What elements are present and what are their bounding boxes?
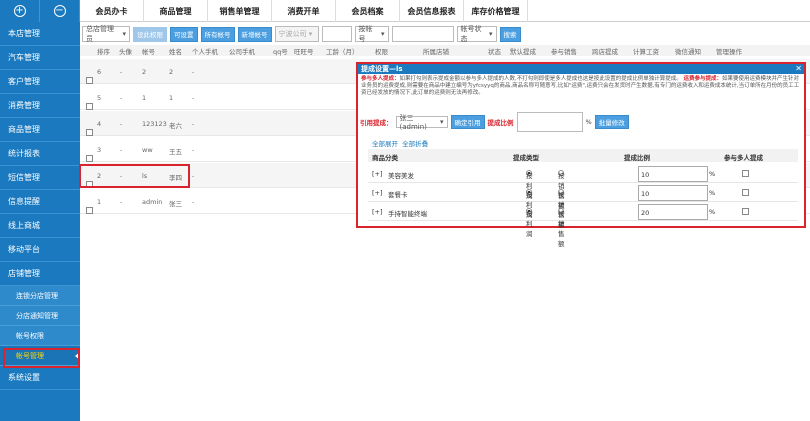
th-account: 帐号 [142, 48, 155, 56]
commission-dialog: 提成设置—ls ✕ 参与多人提成：如果打勾则表示提成金额以参与多人提成的人数,不… [356, 62, 806, 248]
sidebar-item-mall[interactable]: 线上商城 [0, 214, 80, 238]
multi-person-checkbox[interactable] [742, 189, 749, 196]
row-checkbox[interactable] [86, 103, 93, 110]
th-seniority: 工龄（月） [326, 48, 359, 56]
th-status: 状态 [488, 48, 501, 56]
expand-all-link[interactable]: 全部展开 [372, 140, 398, 148]
table-header: 排序 头像 帐号 姓名 个人手机 公司手机 qq号 旺旺号 工龄（月） 权限 所… [80, 45, 810, 56]
confirm-reference-button[interactable]: 确定引用 [450, 115, 485, 129]
top-nav-menu: 会员办卡 商品管理 销售单管理 消费开单 会员档案 会员信息报表 库存价格管理 [80, 0, 528, 22]
row-checkbox[interactable] [86, 207, 93, 214]
th-wechat: 微信通知 [675, 48, 701, 56]
th-default-commission: 默认提成 [510, 48, 536, 56]
sidebar-item-sms[interactable]: 短信管理 [0, 166, 80, 190]
sidebar-item-consumption[interactable]: 消费管理 [0, 94, 80, 118]
dialog-title-bar: 提成设置—ls ✕ [358, 64, 804, 74]
th-salary: 计算工资 [633, 48, 659, 56]
category-row: [+] 美容美发 按利润 按销售额 10 % [368, 165, 798, 210]
dialog-table-header: 商品分类 提成类型 提成比例 参与多人提成 [368, 149, 798, 162]
add-account-button[interactable]: 新增帐号 [237, 26, 272, 42]
sidebar-item-system[interactable]: 系统设置 [0, 366, 80, 390]
collapse-all-button[interactable]: − [40, 0, 80, 22]
multi-person-checkbox[interactable] [742, 208, 749, 215]
set-permission-button[interactable]: 设此权限 [133, 26, 167, 42]
sidebar-item-report[interactable]: 统计报表 [0, 142, 80, 166]
sidebar-sub-chain[interactable]: 连锁分店管理 [0, 286, 80, 306]
multi-person-checkbox[interactable] [742, 170, 749, 177]
sidebar-item-store[interactable]: 本店管理 [0, 22, 80, 46]
all-accounts-button[interactable]: 所有帐号 [200, 26, 235, 42]
company-select[interactable]: 宁波公司 ▾ [274, 26, 319, 42]
category-row: [+] 手持智能终端 按利润 按销售额 20 % [368, 203, 798, 248]
search-button[interactable]: 搜索 [499, 26, 521, 42]
toggle-icon[interactable]: [+] [372, 208, 383, 216]
sidebar-item-product[interactable]: 商品管理 [0, 118, 80, 142]
dialog-note: 参与多人提成：如果打勾则表示提成金额以参与多人提成的人数,不打勾则即使是多人提成… [361, 76, 800, 96]
dialog-links: 全部展开 全部折叠 [372, 138, 428, 148]
toolbar: 总店管理员 ▾ 设此权限 可设置 所有帐号 新增帐号 宁波公司 ▾ 按帐号 ▾ … [82, 25, 521, 43]
dialog-controls: 引用提成： 张三(admin) ▾ 确定引用 提成比例 % 批量修改 [360, 112, 629, 132]
ratio-field[interactable]: 10 [638, 166, 708, 182]
row-checkbox[interactable] [86, 129, 93, 136]
minus-circle-icon: − [53, 5, 66, 17]
row-checkbox[interactable] [86, 77, 93, 84]
company-input[interactable] [321, 26, 352, 42]
expand-all-button[interactable]: + [0, 0, 40, 22]
plus-circle-icon: + [13, 5, 26, 17]
th-name: 姓名 [169, 48, 182, 56]
ratio-field[interactable]: 10 [638, 185, 708, 201]
th-permission: 权限 [375, 48, 388, 56]
collapse-all-link[interactable]: 全部折叠 [402, 140, 428, 148]
th-company-mobile: 公司手机 [229, 48, 255, 56]
nav-consumption-order[interactable]: 消费开单 [272, 0, 336, 22]
row-checkbox[interactable] [86, 155, 93, 162]
highlight-account-menu [3, 348, 80, 368]
toggle-icon[interactable]: [+] [372, 189, 383, 197]
ratio-field[interactable]: 20 [638, 204, 708, 220]
th-mobile: 个人手机 [192, 48, 218, 56]
nav-product-management[interactable]: 商品管理 [144, 0, 208, 22]
account-type-select[interactable]: 按帐号 ▾ [354, 25, 389, 43]
batch-modify-button[interactable]: 批量修改 [594, 115, 629, 129]
category-row: [+] 套餐卡 按利润 按销售额 10 % [368, 184, 798, 229]
nav-sales-order[interactable]: 销售单管理 [208, 0, 272, 22]
sidebar-item-mobile[interactable]: 移动平台 [0, 238, 80, 262]
nav-member-card[interactable]: 会员办卡 [80, 0, 144, 22]
highlight-selected-row [79, 164, 190, 188]
toggle-icon[interactable]: [+] [372, 170, 383, 178]
top-bar: + − 会员办卡 商品管理 销售单管理 消费开单 会员档案 会员信息报表 库存价… [0, 0, 810, 22]
th-cross-store: 跨店提成 [592, 48, 618, 56]
sidebar-sub-permission[interactable]: 帐号权限 [0, 326, 80, 346]
reference-select[interactable]: 张三(admin) ▾ [395, 114, 448, 131]
nav-member-report[interactable]: 会员信息报表 [400, 0, 464, 22]
th-actions: 管理操作 [716, 48, 742, 56]
store-select[interactable]: 总店管理员 ▾ [82, 25, 130, 43]
nav-member-archive[interactable]: 会员档案 [336, 0, 400, 22]
close-icon[interactable]: ✕ [795, 64, 802, 73]
nav-inventory-price[interactable]: 库存价格管理 [464, 0, 528, 22]
sidebar-item-reminder[interactable]: 信息提醒 [0, 190, 80, 214]
th-wangwang: 旺旺号 [294, 48, 314, 56]
th-avatar: 头像 [119, 48, 132, 56]
sidebar-item-car[interactable]: 汽车管理 [0, 46, 80, 70]
th-store: 所属店铺 [423, 48, 449, 56]
top-icon-group: + − [0, 0, 80, 22]
ratio-input[interactable] [516, 112, 583, 132]
status-select[interactable]: 帐号状态 ▾ [456, 25, 497, 43]
set-button[interactable]: 可设置 [170, 26, 198, 42]
th-sort: 排序 [97, 48, 110, 56]
th-qq: qq号 [273, 48, 288, 56]
sidebar-item-customer[interactable]: 客户管理 [0, 70, 80, 94]
keyword-input[interactable] [391, 26, 454, 42]
sidebar-item-shop[interactable]: 店铺管理 [0, 262, 80, 286]
sidebar-sub-notice[interactable]: 分店通知管理 [0, 306, 80, 326]
dialog-title: 提成设置—ls [361, 65, 403, 73]
th-sales: 参与销售 [551, 48, 577, 56]
